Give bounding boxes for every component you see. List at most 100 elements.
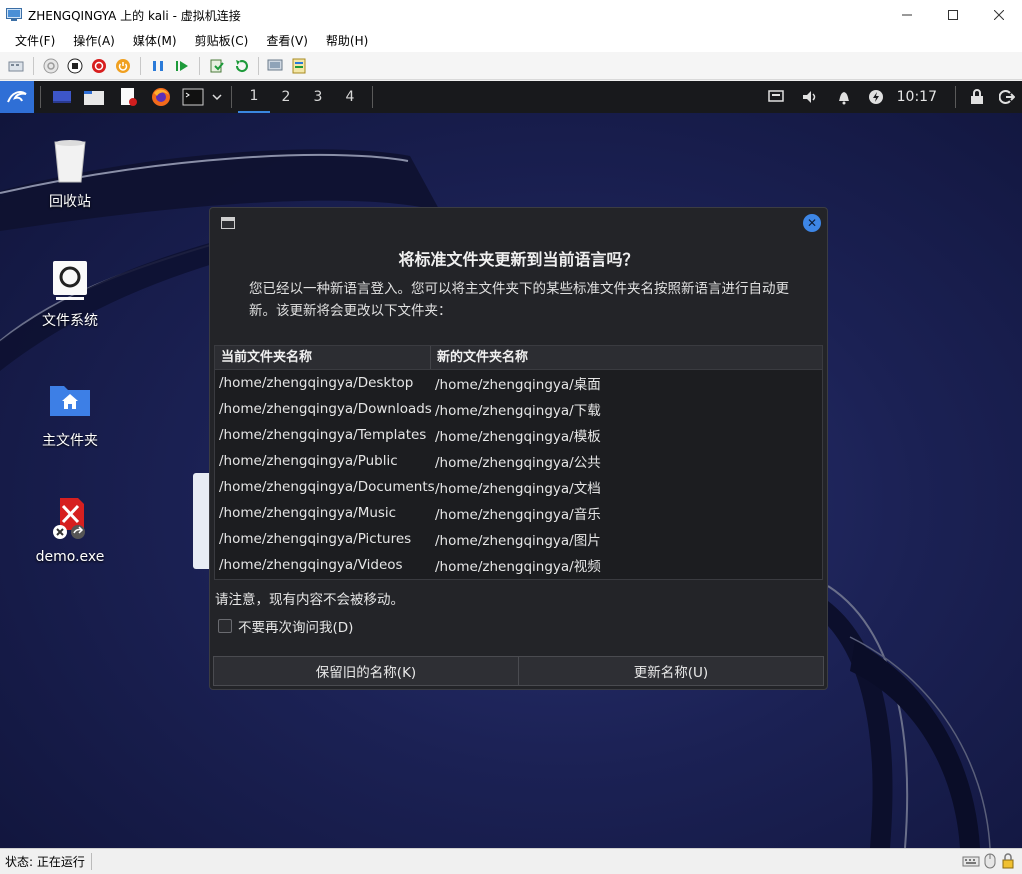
dialog-close-button[interactable]: ✕: [803, 214, 821, 232]
revert-button[interactable]: [230, 55, 252, 77]
terminal-dropdown-button[interactable]: [209, 81, 225, 113]
minimize-button[interactable]: [884, 0, 930, 30]
bell-icon: [838, 92, 849, 105]
dialog-heading: 将标准文件夹更新到当前语言吗？: [398, 250, 639, 269]
turn-off-button[interactable]: [64, 55, 86, 77]
window-icon: [221, 217, 235, 229]
display-icon: [767, 90, 784, 102]
host-status-bar: 状态: 正在运行: [0, 848, 1022, 874]
volume-button[interactable]: [793, 81, 827, 113]
desktop-icon-label: demo.exe: [35, 549, 105, 565]
pause-button[interactable]: [147, 55, 169, 77]
toolbar-separator: [33, 56, 34, 75]
desktop-icon-trash[interactable]: 回收站: [20, 137, 120, 211]
power-manager-icon: [868, 90, 883, 104]
workspace-2[interactable]: 2: [270, 81, 302, 113]
menu-view[interactable]: 查看(V): [257, 30, 317, 52]
current-folder-cell: /home/zhengqingya/Templates: [219, 427, 427, 443]
table-row[interactable]: /home/zhengqingya/Videos /home/zhengqing…: [215, 552, 822, 578]
kali-dragon-icon: [7, 91, 27, 103]
table-row[interactable]: /home/zhengqingya/Desktop /home/zhengqin…: [215, 370, 822, 396]
close-icon: ✕: [806, 216, 818, 230]
dialog-button-row: 保留旧的名称(K) 更新名称(U): [213, 656, 824, 686]
guest-top-panel: 1 2 3 4 10:17: [0, 81, 1022, 113]
lock-screen-button[interactable]: [962, 81, 992, 113]
new-folder-cell: /home/zhengqingya/音乐: [435, 507, 601, 523]
folder-icon: [84, 91, 104, 105]
home-folder-icon: [46, 376, 94, 424]
firefox-icon: [152, 88, 170, 106]
table-row[interactable]: /home/zhengqingya/Templates /home/zhengq…: [215, 422, 822, 448]
toolbar-separator: [258, 56, 259, 75]
menu-action[interactable]: 操作(A): [64, 30, 124, 52]
resume-button[interactable]: [171, 55, 193, 77]
mouse-icon: [984, 853, 996, 869]
table-row[interactable]: /home/zhengqingya/Music /home/zhengqingy…: [215, 500, 822, 526]
desktop-icon-home[interactable]: 主文件夹: [20, 376, 120, 450]
keyboard-icon: [962, 856, 980, 867]
show-desktop-button[interactable]: [47, 81, 77, 113]
table-row[interactable]: /home/zhengqingya/Pictures /home/zhengqi…: [215, 526, 822, 552]
dialog-note: 请注意，现有内容不会被移动。: [215, 592, 404, 608]
column-header-new[interactable]: 新的文件夹名称: [431, 346, 822, 369]
menu-clipboard[interactable]: 剪贴板(C): [186, 30, 258, 52]
checkbox-label: 不要再次询问我(D): [238, 620, 354, 636]
current-folder-cell: /home/zhengqingya/Documents: [219, 479, 435, 495]
guest-display[interactable]: 1 2 3 4 10:17 回收站 文件系统 主文件夹 demo.exe ✕ 将…: [0, 81, 1022, 848]
dont-ask-again-checkbox[interactable]: 不要再次询问我(D): [218, 616, 353, 636]
lock-status-icon: [1002, 853, 1014, 869]
desktop-icon-demo-exe[interactable]: demo.exe: [20, 495, 120, 565]
folder-rename-table: 当前文件夹名称 新的文件夹名称 /home/zhengqingya/Deskto…: [214, 345, 823, 580]
share-button[interactable]: [289, 55, 311, 77]
menu-file[interactable]: 文件(F): [6, 30, 64, 52]
shutdown-button[interactable]: [88, 55, 110, 77]
table-row[interactable]: /home/zhengqingya/Downloads /home/zhengq…: [215, 396, 822, 422]
text-editor-button[interactable]: [111, 81, 145, 113]
status-tray: [962, 853, 1016, 869]
host-title-bar: ZHENGQINGYA 上的 kali - 虚拟机连接: [0, 0, 1022, 30]
power-orange-icon: [116, 58, 130, 73]
maximize-button[interactable]: [930, 0, 976, 30]
display-tray-button[interactable]: [759, 81, 793, 113]
power-manager-button[interactable]: [861, 81, 891, 113]
column-header-current[interactable]: 当前文件夹名称: [215, 346, 431, 369]
current-folder-cell: /home/zhengqingya/Desktop: [219, 375, 414, 391]
panel-separator: [372, 86, 373, 108]
ctrl-alt-del-button[interactable]: [5, 55, 27, 77]
desktop-icon-label: 主文件夹: [42, 433, 98, 449]
terminal-button[interactable]: [177, 81, 209, 113]
desktop-icon-filesystem[interactable]: 文件系统: [20, 256, 120, 330]
update-names-button[interactable]: 更新名称(U): [519, 656, 824, 686]
terminal-icon: [182, 88, 204, 106]
workspace-1[interactable]: 1: [238, 81, 270, 113]
window-title: ZHENGQINGYA 上的 kali - 虚拟机连接: [28, 8, 241, 23]
new-folder-cell: /home/zhengqingya/下载: [435, 403, 601, 419]
exe-file-icon: [46, 495, 94, 543]
table-row[interactable]: /home/zhengqingya/Public /home/zhengqing…: [215, 448, 822, 474]
checkpoint-button[interactable]: [206, 55, 228, 77]
current-folder-cell: /home/zhengqingya/Music: [219, 505, 397, 521]
logout-button[interactable]: [992, 81, 1022, 113]
firefox-button[interactable]: [145, 81, 177, 113]
enhanced-session-button[interactable]: [265, 55, 287, 77]
current-folder-cell: /home/zhengqingya/Pictures: [219, 531, 412, 547]
keep-old-names-button[interactable]: 保留旧的名称(K): [213, 656, 519, 686]
notifications-button[interactable]: [827, 81, 861, 113]
table-row[interactable]: /home/zhengqingya/Documents /home/zhengq…: [215, 474, 822, 500]
kali-menu-button[interactable]: [0, 81, 34, 113]
menu-help[interactable]: 帮助(H): [317, 30, 377, 52]
panel-clock[interactable]: 10:17: [897, 89, 937, 105]
desktop-icon-label: 文件系统: [42, 313, 98, 329]
desktop-icon: [53, 91, 71, 103]
workspace-4[interactable]: 4: [334, 81, 366, 113]
close-window-button[interactable]: [976, 0, 1022, 30]
file-manager-button[interactable]: [77, 81, 111, 113]
power-button[interactable]: [112, 55, 134, 77]
start-button[interactable]: [40, 55, 62, 77]
checkbox-box[interactable]: [218, 619, 232, 633]
current-folder-cell: /home/zhengqingya/Downloads: [219, 401, 432, 417]
workspace-3[interactable]: 3: [302, 81, 334, 113]
menu-media[interactable]: 媒体(M): [124, 30, 186, 52]
start-icon: [43, 58, 59, 73]
play-icon: [176, 60, 188, 71]
